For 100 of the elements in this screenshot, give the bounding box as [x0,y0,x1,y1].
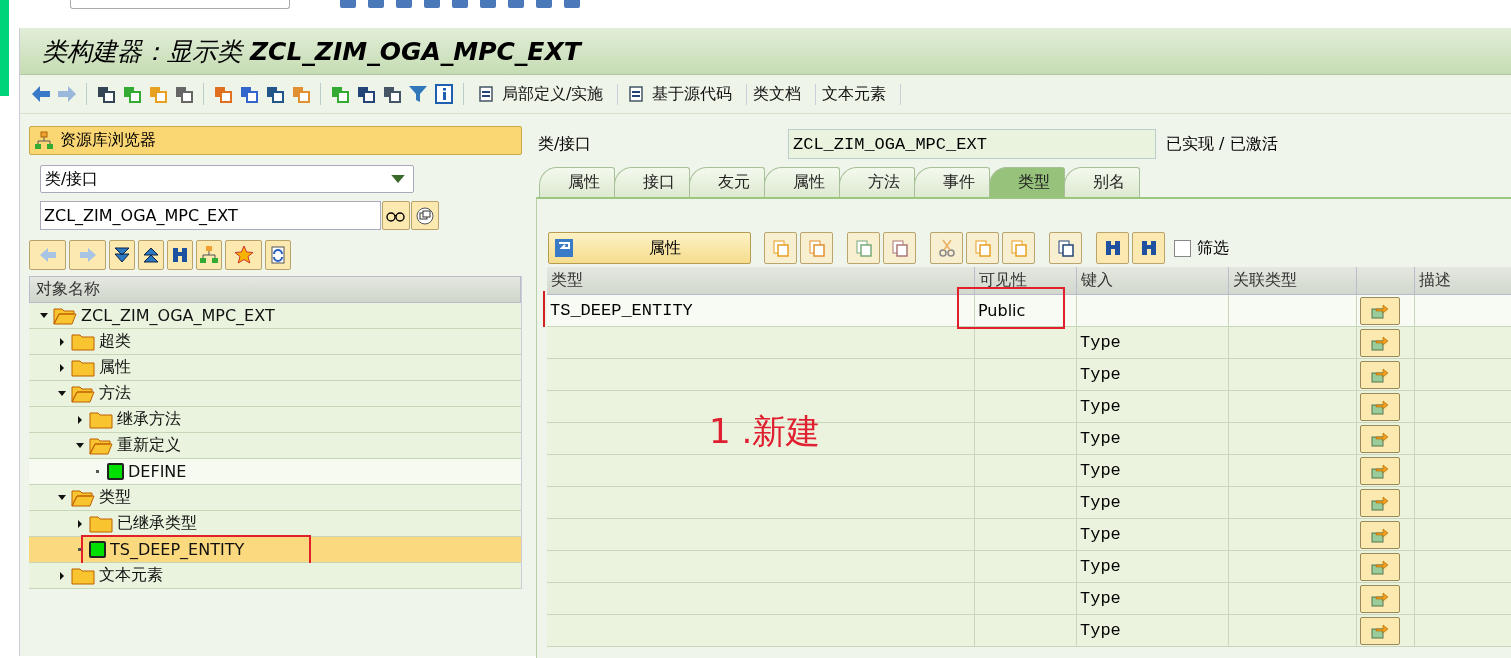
filter-icon[interactable] [407,83,429,105]
refresh-button[interactable] [265,240,291,270]
table-cell: Type [1077,359,1229,391]
documents-icon [806,238,827,258]
tree-item[interactable]: 重新定义 [29,433,521,459]
bullet-icon [96,470,99,473]
navigate-button[interactable] [1360,584,1400,613]
folder-icon [71,487,95,508]
navigate-button[interactable] [1360,296,1400,325]
navigate-button[interactable] [1360,488,1400,517]
toolbar-icon[interactable] [450,0,470,10]
table-cell: TS_DEEP_ENTITY [547,295,975,327]
favorites-button[interactable] [225,240,262,270]
expand-triangle-icon[interactable] [57,570,67,581]
tree-label: 已继承类型 [117,513,197,534]
navigate-button[interactable] [1360,552,1400,581]
navigate-button[interactable] [1360,616,1400,645]
column-header: 键入 [1077,267,1229,295]
object-name-field[interactable]: ZCL_ZIM_OGA_MPC_EXT [40,201,381,230]
tree-item[interactable]: DEFINE [29,459,521,485]
toolbar-icon[interactable] [562,0,582,10]
object-type-dropdown[interactable]: 类/接口 [40,165,414,193]
tree-item[interactable]: 超类 [29,329,521,355]
tab[interactable]: 友元 [689,167,765,197]
toolbar-button[interactable]: 局部定义/实施 [500,83,619,105]
info-icon[interactable] [433,83,455,105]
table-cell: Type [1077,455,1229,487]
tree-label: 文本元素 [99,565,163,586]
navigate-button[interactable] [1360,424,1400,453]
command-field[interactable] [70,0,290,9]
table-cell: Type [1077,327,1229,359]
expand-triangle-icon[interactable] [75,518,85,529]
toolbar-button[interactable] [800,232,833,264]
navigate-button[interactable] [1360,520,1400,549]
collapse-button[interactable] [138,240,164,270]
tab[interactable]: 类型 [989,167,1065,197]
navigate-button[interactable] [1360,328,1400,357]
binoculars-button[interactable] [167,240,193,270]
binoculars-icon [170,245,190,265]
toolbar-icon[interactable] [478,0,498,10]
toolbar-button[interactable] [883,232,916,264]
tab[interactable]: 属性 [764,167,840,197]
tab[interactable]: 方法 [839,167,915,197]
star-icon [233,245,254,265]
expand-icon [112,245,132,265]
expand-triangle-icon[interactable] [57,336,67,347]
toolbar-button[interactable]: 基于源代码 [650,83,748,105]
tree-item[interactable]: 继承方法 [29,407,521,433]
expand-triangle-icon[interactable] [57,362,67,373]
tree-item[interactable]: ZCL_ZIM_OGA_MPC_EXT [29,303,521,329]
active-object-icon [107,463,124,480]
expand-triangle-icon[interactable] [75,414,85,425]
binoculars-button[interactable] [1096,232,1129,264]
cut-button[interactable] [930,232,963,264]
navigate-button[interactable] [1360,456,1400,485]
filter-checkbox[interactable] [1174,239,1191,257]
tree-item[interactable]: 属性 [29,355,521,381]
folder-icon [89,513,113,534]
toolbar-button[interactable] [1002,232,1035,264]
caret-icon[interactable] [391,174,405,184]
toolbar-button[interactable]: 类文档 [751,83,817,105]
binoculars-button[interactable] [1132,232,1165,264]
toolbar-icon[interactable] [506,0,526,10]
toolbar-button[interactable] [764,232,797,264]
toolbar-icon[interactable] [366,0,386,10]
tab[interactable]: 属性 [539,167,615,197]
tab[interactable]: 别名 [1064,167,1140,197]
refresh-icon [268,245,288,265]
tab[interactable]: 接口 [614,167,690,197]
table-cell: Type [1077,487,1229,519]
toolbar-button[interactable]: 文本元素 [820,83,902,105]
tree-item[interactable]: 已继承类型 [29,511,521,537]
navigate-button[interactable] [1360,392,1400,421]
navigate-button[interactable] [1360,360,1400,389]
tree-item[interactable]: 类型 [29,485,521,511]
toolbar-button[interactable] [847,232,880,264]
toggle-icon[interactable] [554,238,574,258]
toolbar-button[interactable] [966,232,999,264]
toolbar-icon[interactable] [422,0,442,10]
display-button[interactable] [382,201,410,230]
toolbar-icon[interactable] [534,0,554,10]
tree-item[interactable]: 文本元素 [29,563,521,589]
window-button[interactable] [411,201,439,230]
annotation-text: 1 .新建 [709,410,821,453]
class-name-field: ZCL_ZIM_OGA_MPC_EXT [788,129,1156,159]
document-icon[interactable] [478,85,496,103]
column-header: 可见性 [975,267,1077,295]
folder-icon [53,305,77,326]
expand-button[interactable] [109,240,135,270]
documents-icon [972,238,993,258]
tree-item[interactable]: 方法 [29,381,521,407]
tab[interactable]: 事件 [914,167,990,197]
table-cell: Type [1077,615,1229,647]
table-cell: Type [1077,551,1229,583]
toolbar-icon[interactable] [338,0,358,10]
toolbar-icon[interactable] [394,0,414,10]
panel-title: 资源库浏览器 [60,130,156,151]
tree-item[interactable]: TS_DEEP_ENTITY [29,537,521,563]
attributes-button[interactable]: 属性 [548,232,751,264]
toolbar-button[interactable] [1049,232,1082,264]
